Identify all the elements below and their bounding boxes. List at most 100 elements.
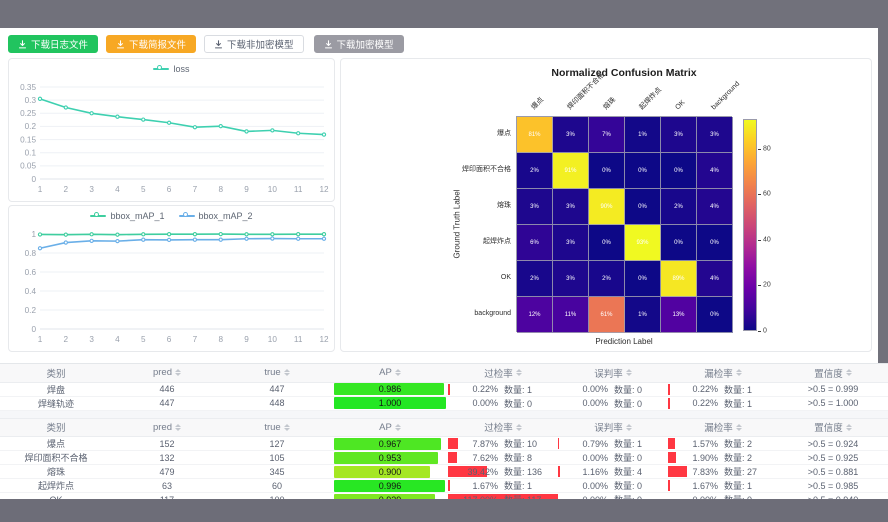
svg-text:0.1: 0.1 xyxy=(25,149,37,158)
cell-missdetect-rate: 0.22%数量: 1 xyxy=(668,396,778,410)
cell-pred: 479 xyxy=(112,465,222,479)
column-header-label: AP xyxy=(379,422,392,433)
ap-cell: 0.953 xyxy=(334,452,446,464)
matrix-row-label: 爆点 xyxy=(341,116,511,152)
matrix-row-label: 熔珠 xyxy=(341,188,511,224)
column-header[interactable]: true xyxy=(222,419,332,437)
rate-cell: 0.00%数量: 0 xyxy=(558,383,668,396)
column-header[interactable]: 误判率 xyxy=(558,364,668,382)
ap-value: 0.996 xyxy=(334,480,446,492)
column-header-label: 置信度 xyxy=(814,420,843,434)
sort-icon xyxy=(284,424,290,431)
matrix-cell: 2% xyxy=(661,189,697,225)
matrix-cell: 91% xyxy=(553,153,589,189)
legend-item[interactable]: loss xyxy=(153,64,189,74)
matrix-cell: 3% xyxy=(661,117,697,153)
cell-confidence: >0.5 = 0.881 xyxy=(778,465,888,479)
table-row: 起焊炸点63600.9961.67%数量: 10.00%数量: 01.67%数量… xyxy=(0,479,888,493)
column-header[interactable]: 误判率 xyxy=(558,419,668,437)
sort-icon xyxy=(395,424,401,431)
rate-cell: 39.42%数量: 136 xyxy=(448,465,558,478)
confusion-matrix-colorbar xyxy=(743,119,757,331)
cell-ap: 0.900 xyxy=(332,465,448,479)
rate-percent: 0.22% xyxy=(674,384,718,394)
cell-pred: 63 xyxy=(112,479,222,493)
column-header[interactable]: 置信度 xyxy=(778,419,888,437)
svg-text:8: 8 xyxy=(218,335,223,344)
colorbar-tick-label: 80 xyxy=(763,145,771,152)
matrix-col-label: OK xyxy=(674,98,688,112)
matrix-cell: 3% xyxy=(553,117,589,153)
matrix-cell: 4% xyxy=(697,153,733,189)
confusion-matrix-title: Normalized Confusion Matrix xyxy=(516,67,732,79)
cell-pred: 152 xyxy=(112,437,222,451)
legend-item[interactable]: bbox_mAP_1 xyxy=(90,211,164,221)
series-marker-icon xyxy=(179,212,195,220)
column-header-label: 过检率 xyxy=(484,366,513,380)
svg-text:6: 6 xyxy=(167,185,172,194)
rate-count: 数量: 136 xyxy=(504,465,552,478)
rate-cell: 0.79%数量: 1 xyxy=(558,437,668,450)
svg-text:0.05: 0.05 xyxy=(20,162,36,171)
table-row: 爆点1521270.9677.87%数量: 100.79%数量: 11.57%数… xyxy=(0,437,888,451)
rate-percent: 7.87% xyxy=(454,439,498,449)
rate-percent: 7.83% xyxy=(674,467,718,477)
rate-count: 数量: 1 xyxy=(724,383,772,396)
download-icon xyxy=(324,40,333,49)
column-header[interactable]: 过检率 xyxy=(448,419,558,437)
cell-true: 448 xyxy=(222,396,332,410)
rate-cell: 1.90%数量: 2 xyxy=(668,451,778,464)
download-unencrypted-model-button[interactable]: 下载非加密模型 xyxy=(204,35,304,53)
rate-count: 数量: 0 xyxy=(614,383,662,396)
sort-icon xyxy=(516,369,522,376)
column-header[interactable]: AP xyxy=(332,364,448,382)
ap-cell: 0.967 xyxy=(334,438,446,450)
column-header[interactable]: pred xyxy=(112,364,222,382)
card-loss-plot: 00.050.10.150.20.250.30.3512345678910111… xyxy=(10,77,335,199)
download-encrypted-model-button[interactable]: 下载加密模型 xyxy=(314,35,404,53)
table-row: 焊盘4464470.9860.22%数量: 10.00%数量: 00.22%数量… xyxy=(0,382,888,396)
ap-value: 1.000 xyxy=(334,397,446,409)
rate-cell: 7.62%数量: 8 xyxy=(448,451,558,464)
column-header[interactable]: 置信度 xyxy=(778,364,888,382)
metrics-table-1: 类别predtrueAP过检率误判率漏检率置信度焊盘4464470.9860.2… xyxy=(0,364,888,411)
matrix-row-label: background xyxy=(341,296,511,332)
cell-confidence: >0.5 = 1.000 xyxy=(778,396,888,410)
rate-cell: 0.00%数量: 0 xyxy=(558,479,668,492)
metrics-tables: 类别predtrueAP过检率误判率漏检率置信度焊盘4464470.9860.2… xyxy=(0,363,888,507)
ap-value: 0.967 xyxy=(334,438,446,450)
legend-item[interactable]: bbox_mAP_2 xyxy=(179,211,253,221)
column-header-label: pred xyxy=(153,422,172,433)
matrix-cell: 0% xyxy=(661,225,697,261)
column-header[interactable]: pred xyxy=(112,419,222,437)
cell-pred: 446 xyxy=(112,382,222,396)
svg-text:3: 3 xyxy=(89,185,94,194)
column-header[interactable]: 过检率 xyxy=(448,364,558,382)
column-header-label: 过检率 xyxy=(484,420,513,434)
matrix-cell: 89% xyxy=(661,261,697,297)
download-log-file-button[interactable]: 下载日志文件 xyxy=(8,35,98,53)
download-report-file-button[interactable]: 下载简报文件 xyxy=(106,35,196,53)
matrix-cell: 7% xyxy=(589,117,625,153)
column-header[interactable]: 漏检率 xyxy=(668,364,778,382)
rate-count: 数量: 1 xyxy=(504,383,552,396)
chart-legend: loss xyxy=(9,64,334,74)
colorbar-tick-label: 0 xyxy=(763,328,767,335)
cell-true: 60 xyxy=(222,479,332,493)
colorbar-tick-mark xyxy=(758,285,761,286)
svg-text:10: 10 xyxy=(268,335,278,344)
confusion-matrix-xlabel: Prediction Label xyxy=(516,337,732,346)
column-header[interactable]: AP xyxy=(332,419,448,437)
matrix-cell: 0% xyxy=(697,225,733,261)
colorbar-tick-label: 40 xyxy=(763,236,771,243)
cell-misjudge-rate: 0.00%数量: 0 xyxy=(558,382,668,396)
table-separator xyxy=(0,411,888,419)
svg-text:5: 5 xyxy=(141,185,146,194)
sort-icon xyxy=(846,424,852,431)
column-header[interactable]: 漏检率 xyxy=(668,419,778,437)
series-marker-icon xyxy=(153,65,169,73)
column-header[interactable]: true xyxy=(222,364,332,382)
cell-name: 熔珠 xyxy=(0,465,112,479)
column-header-label: 漏检率 xyxy=(704,366,733,380)
matrix-row-label: 起焊炸点 xyxy=(341,224,511,260)
